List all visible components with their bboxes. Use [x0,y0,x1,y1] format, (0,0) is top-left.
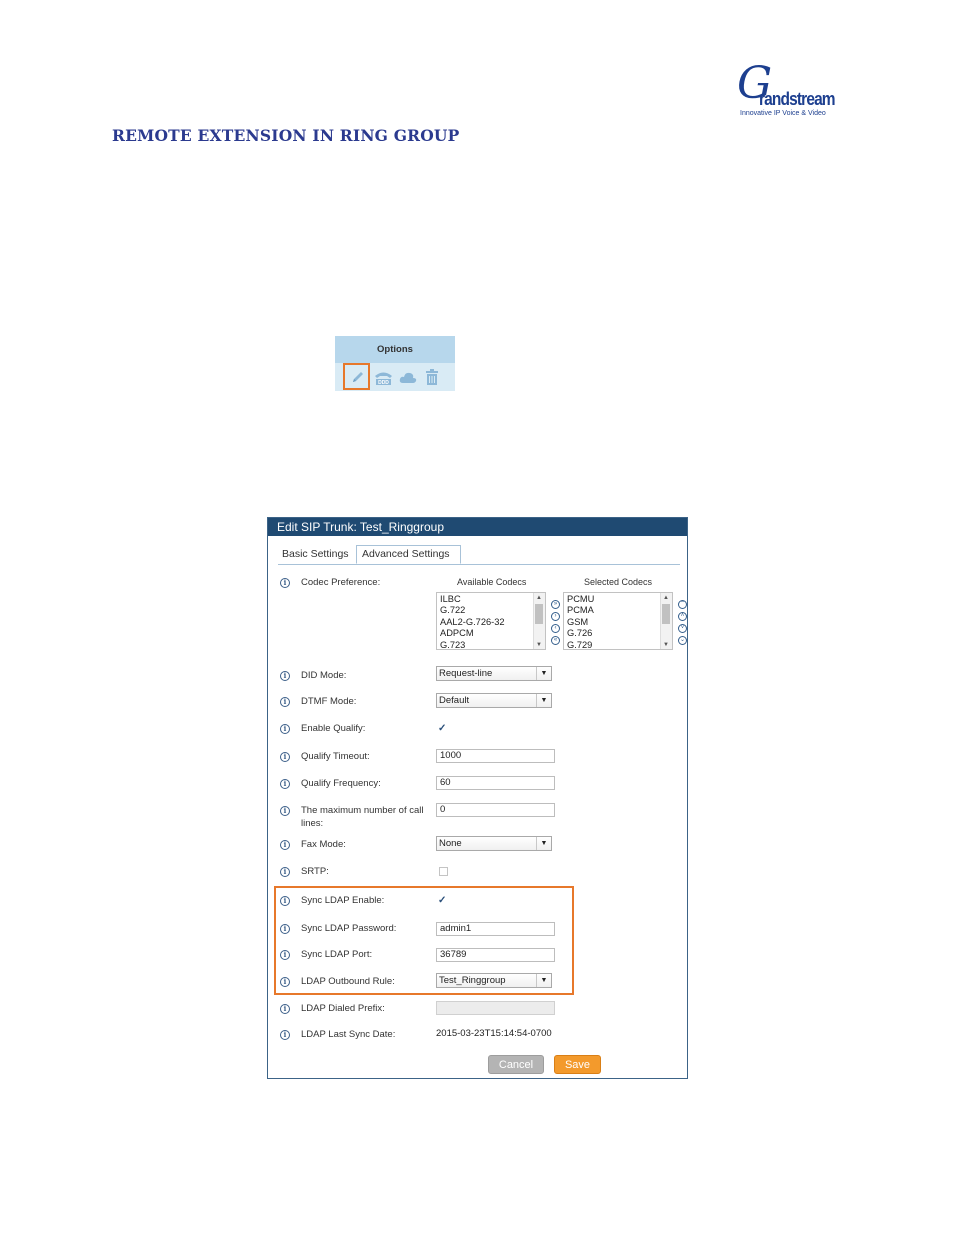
cloud-icon[interactable] [399,369,417,385]
ldap-last-sync-date-value: 2015-03-23T15:14:54-0700 [436,1028,552,1039]
tab-basic-settings[interactable]: Basic Settings [282,548,349,560]
dtmf-mode-value: Default [439,695,470,706]
info-icon: i [280,806,290,816]
move-all-left-icon[interactable]: « [551,636,560,645]
fax-mode-select[interactable]: None ▼ [436,836,552,851]
chevron-down-icon: ▼ [536,667,551,680]
available-codec-item[interactable]: G.722 [440,605,465,615]
max-call-lines-input[interactable]: 0 [436,803,555,817]
info-icon: i [280,671,290,681]
available-codec-item[interactable]: ILBC [440,594,461,604]
ldap-dialed-prefix-label: LDAP Dialed Prefix: [301,1003,385,1014]
did-mode-value: Request-line [439,668,493,679]
chevron-down-icon: ▼ [536,837,551,850]
selected-codecs-scrollbar[interactable]: ▲ ▼ [660,593,672,649]
codec-preference-label: Codec Preference: [301,577,381,588]
move-top-icon[interactable]: ⌃ [678,600,687,609]
move-bottom-icon[interactable]: ⌄ [678,636,687,645]
scroll-up-icon[interactable]: ▲ [536,595,542,601]
info-icon: i [280,724,290,734]
info-icon: i [280,1004,290,1014]
available-codecs-list[interactable]: ILBC G.722 AAL2-G.726-32 ADPCM G.723 ▲ ▼ [436,592,546,650]
available-codecs-header: Available Codecs [457,577,527,587]
selected-codecs-header: Selected Codecs [584,577,653,587]
info-icon: i [280,1030,290,1040]
selected-codecs-list[interactable]: PCMU PCMA GSM G.726 G.729 ▲ ▼ [563,592,673,650]
scroll-down-icon[interactable]: ▼ [663,642,669,648]
qualify-frequency-input[interactable]: 60 [436,776,555,790]
dialog-title: Edit SIP Trunk: Test_Ringgroup [268,518,687,536]
fax-mode-label: Fax Mode: [301,839,346,850]
dtmf-mode-label: DTMF Mode: [301,696,357,707]
ldap-dialed-prefix-input[interactable] [436,1001,555,1015]
available-codec-item[interactable]: AAL2-G.726-32 [440,617,505,627]
selected-codec-item[interactable]: PCMU [567,594,594,604]
available-codecs-scrollbar[interactable]: ▲ ▼ [533,593,545,649]
selected-codec-item[interactable]: G.726 [567,628,592,638]
trash-icon[interactable] [425,369,439,385]
move-right-icon[interactable]: › [551,612,560,621]
available-codec-item[interactable]: G.723 [440,640,465,649]
tab-bar: Basic Settings Advanced Settings [278,545,680,565]
info-icon: i [280,867,290,877]
chevron-down-icon: ▼ [536,694,551,707]
move-down-icon[interactable]: ˅ [678,624,687,633]
move-up-icon[interactable]: ˄ [678,612,687,621]
ddd-icon[interactable]: DDD [374,369,393,385]
move-left-icon[interactable]: ‹ [551,624,560,633]
info-icon: i [280,752,290,762]
scroll-thumb[interactable] [662,604,670,624]
ldap-settings-highlight [274,886,574,995]
qualify-timeout-label: Qualify Timeout: [301,751,370,762]
scroll-down-icon[interactable]: ▼ [536,642,542,648]
fax-mode-value: None [439,838,462,849]
max-call-lines-label-line2: lines: [301,818,324,829]
logo-wordmark: randstream [759,89,836,109]
edit-highlight [343,363,370,390]
selected-codec-item[interactable]: PCMA [567,605,594,615]
move-all-right-icon[interactable]: » [551,600,560,609]
ldap-last-sync-date-label: LDAP Last Sync Date: [301,1029,396,1040]
qualify-timeout-input[interactable]: 1000 [436,749,555,763]
cancel-button[interactable]: Cancel [488,1055,544,1074]
logo-tagline: Innovative IP Voice & Video [740,110,826,117]
srtp-label: SRTP: [301,866,329,877]
info-icon: i [280,697,290,707]
tab-advanced-settings[interactable]: Advanced Settings [356,545,461,564]
section-heading: REMOTE EXTENSION IN RING GROUP [112,126,460,145]
info-icon: i [280,578,290,588]
srtp-checkbox[interactable] [439,867,448,876]
scroll-thumb[interactable] [535,604,543,624]
dtmf-mode-select[interactable]: Default ▼ [436,693,552,708]
info-icon: i [280,840,290,850]
selected-codec-item[interactable]: GSM [567,617,588,627]
enable-qualify-label: Enable Qualify: [301,723,366,734]
grandstream-logo: G randstream Innovative IP Voice & Video [737,62,837,122]
scroll-up-icon[interactable]: ▲ [663,595,669,601]
svg-text:DDD: DDD [378,380,389,385]
did-mode-label: DID Mode: [301,670,347,681]
qualify-frequency-label: Qualify Frequency: [301,778,381,789]
options-table: Options DDD [335,336,455,391]
options-header: Options [335,336,455,363]
did-mode-select[interactable]: Request-line ▼ [436,666,552,681]
info-icon: i [280,779,290,789]
max-call-lines-label-line1: The maximum number of call [301,805,424,816]
selected-codec-item[interactable]: G.729 [567,640,592,649]
available-codec-item[interactable]: ADPCM [440,628,474,638]
enable-qualify-checkbox[interactable]: ✓ [438,723,449,734]
save-button[interactable]: Save [554,1055,601,1074]
